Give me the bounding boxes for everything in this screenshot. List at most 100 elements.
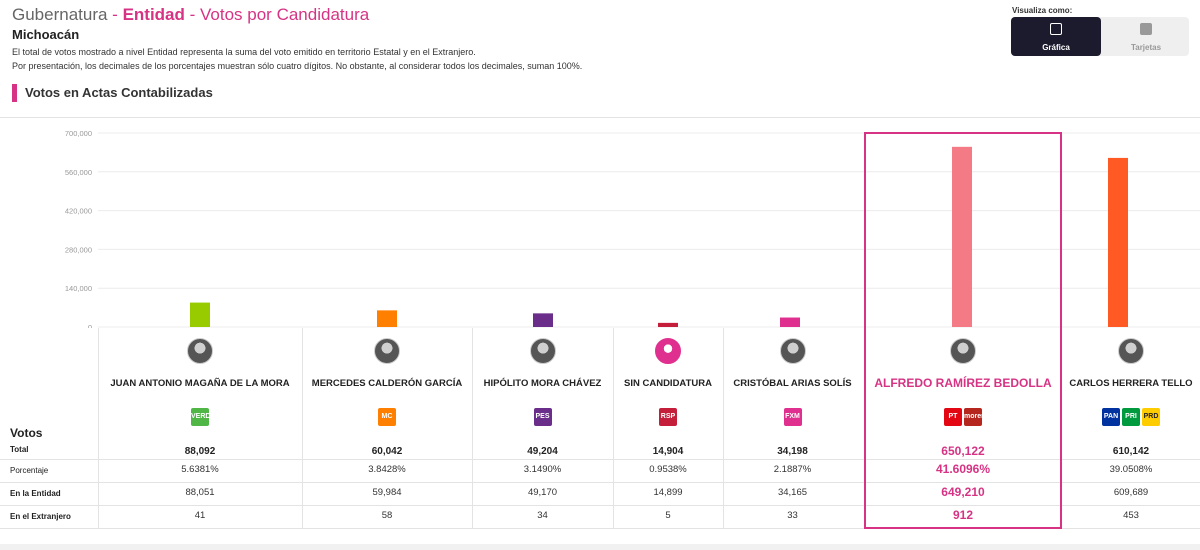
candidate-entidad: 88,051 (185, 487, 215, 498)
candidate-percentage: 3.8428% (368, 464, 406, 475)
row-divider (0, 482, 1200, 483)
candidate-extranjero: 41 (194, 510, 206, 521)
extranjero-label: En el Extranjero (10, 512, 71, 521)
party-logo-icon: PRD (1142, 408, 1160, 426)
bar-6[interactable] (952, 146, 972, 327)
party-logo-icon: FXM (783, 408, 802, 426)
section-title: Votos en Actas Contabilizadas (12, 84, 213, 102)
party-logo-icon: MC (378, 408, 396, 426)
candidate-percentage: 3.1490% (523, 464, 562, 475)
candidate-total: 610,142 (1112, 446, 1150, 457)
view-toggle: Gráfica Tarjetas (1011, 17, 1189, 56)
candidate-photo (779, 338, 806, 364)
note-total: El total de votos mostrado a nivel Entid… (12, 47, 476, 57)
candidate-percentage: 41.6096% (935, 462, 991, 476)
party-logo-icon: PES (533, 408, 552, 426)
candidate-total: 14,904 (652, 446, 684, 457)
bar-2[interactable] (377, 310, 397, 327)
candidate-extranjero: 34 (537, 510, 548, 521)
candidate-extranjero: 58 (381, 510, 393, 521)
candidate-percentage: 39.0508% (1109, 464, 1153, 475)
party-logo-icon: RSP (659, 408, 677, 426)
candidate-photo (655, 338, 681, 364)
candidate-entidad: 14,899 (653, 487, 683, 498)
candidate-total: 650,122 (941, 444, 985, 458)
candidate-percentage: 5.6381% (181, 464, 219, 475)
column-divider (613, 328, 614, 528)
candidate-total: 60,042 (371, 446, 403, 457)
candidate-entidad: 649,210 (941, 485, 985, 499)
candidate-total: 88,092 (184, 446, 216, 457)
porcentaje-label: Porcentaje (10, 466, 49, 475)
candidate-photo (529, 338, 556, 364)
note-decimals: Por presentación, los decimales de los p… (12, 61, 583, 71)
view-toggle-label: Visualiza como: (1012, 6, 1073, 15)
bar-5[interactable] (780, 317, 800, 327)
title-election: Gubernatura (12, 5, 108, 24)
candidate-name: CRISTÓBAL ARIAS SOLÍS (733, 378, 852, 389)
column-divider (302, 328, 303, 528)
candidate-name: SIN CANDIDATURA (624, 378, 712, 389)
bar-chart-icon (1050, 23, 1062, 35)
row-divider (0, 528, 1200, 529)
title-level: Entidad (122, 5, 185, 24)
title-separator: - (107, 5, 123, 24)
party-logo-icon: PRI (1122, 408, 1140, 426)
candidate-extranjero: 5 (665, 510, 671, 521)
party-logos: PAN PRI PRD (1062, 408, 1200, 426)
y-tick-label: 420,000 (65, 207, 92, 216)
column-divider (98, 328, 99, 528)
candidate-name: MERCEDES CALDERÓN GARCÍA (311, 378, 463, 389)
candidate-column: ALFREDO RAMÍREZ BEDOLLA PT morena 650,122… (864, 328, 1062, 528)
bar-4[interactable] (658, 322, 678, 327)
votes-bar-chart: 0 140,000 280,000 420,000 560,000 700,000 (65, 129, 1200, 328)
party-logo-icon: VERDE (191, 408, 215, 426)
candidate-photo (187, 338, 213, 364)
candidate-photo (1118, 338, 1144, 364)
party-logos: MC (302, 408, 472, 426)
party-logos: PT morena (864, 408, 1062, 426)
y-tick-label: 700,000 (65, 129, 92, 138)
party-logo-icon: morena (964, 408, 989, 426)
view-cards-button[interactable]: Tarjetas (1101, 17, 1191, 56)
page-title: Gubernatura - Entidad - Votos por Candid… (12, 5, 369, 25)
footer-bar (0, 544, 1200, 550)
y-tick-label: 560,000 (65, 168, 92, 177)
party-logos: PES (472, 408, 613, 426)
candidate-name: JUAN ANTONIO MAGAÑA DE LA MORA (110, 378, 290, 389)
candidate-photo (950, 338, 976, 364)
candidate-name: CARLOS HERRERA TELLO (1069, 378, 1193, 389)
party-logos: FXM (723, 408, 862, 426)
grid-icon (1140, 23, 1152, 35)
column-divider (472, 328, 473, 528)
party-logos: RSP (613, 408, 723, 426)
candidate-extranjero: 453 (1123, 510, 1139, 521)
row-divider (0, 505, 1200, 506)
candidate-column: CRISTÓBAL ARIAS SOLÍS FXM 34,198 2.1887%… (723, 328, 862, 528)
title-separator: - (184, 5, 201, 24)
title-view: Votos por Candidatura (200, 5, 370, 24)
candidate-entidad: 34,165 (777, 487, 808, 498)
candidate-column: SIN CANDIDATURA RSP 14,904 0.9538% 14,89… (613, 328, 723, 528)
candidate-entidad: 59,984 (372, 487, 402, 498)
bar-7[interactable] (1108, 157, 1128, 327)
candidate-entidad: 609,689 (1113, 487, 1149, 498)
candidate-column: HIPÓLITO MORA CHÁVEZ PES 49,204 3.1490% … (472, 328, 613, 528)
candidate-photo (374, 338, 400, 364)
column-divider (723, 328, 724, 528)
total-label: Total (10, 445, 29, 454)
candidate-total: 49,204 (527, 446, 558, 457)
candidate-extranjero: 912 (952, 508, 974, 522)
candidate-extranjero: 33 (787, 510, 798, 521)
row-divider (0, 459, 1200, 460)
bar-1[interactable] (190, 302, 210, 327)
candidate-column: CARLOS HERRERA TELLO PAN PRI PRD 610,142 3… (1062, 328, 1200, 528)
view-chart-button[interactable]: Gráfica (1011, 17, 1101, 56)
candidate-total: 34,198 (777, 446, 808, 457)
candidate-name: HIPÓLITO MORA CHÁVEZ (483, 378, 602, 389)
party-logos: VERDE (98, 408, 302, 426)
bar-3[interactable] (533, 313, 553, 327)
view-cards-label: Tarjetas (1130, 43, 1162, 52)
view-chart-label: Gráfica (1042, 43, 1070, 52)
candidate-entidad: 49,170 (527, 487, 558, 498)
